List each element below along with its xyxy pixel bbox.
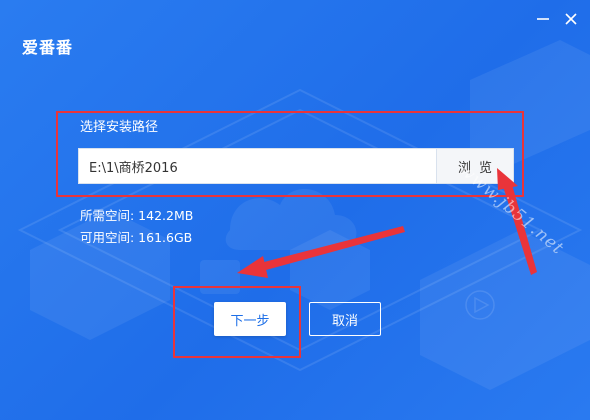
installer-window: 爱番番 选择安装路径 浏览 所需空间: 142.2MB 可用空间: 161.6G… <box>0 0 590 420</box>
cancel-button[interactable]: 取消 <box>309 302 381 336</box>
arrow-to-next-head <box>237 256 268 278</box>
next-button[interactable]: 下一步 <box>214 302 286 336</box>
minimize-icon <box>537 18 549 20</box>
close-button[interactable] <box>562 10 580 28</box>
close-icon <box>565 13 577 25</box>
arrow-to-next-shaft <box>264 226 405 270</box>
app-title: 爱番番 <box>22 38 74 57</box>
available-space-text: 可用空间: 161.6GB <box>80 230 193 245</box>
install-path-label: 选择安装路径 <box>80 120 159 135</box>
required-space-text: 所需空间: 142.2MB <box>80 208 194 223</box>
install-path-input[interactable] <box>78 148 436 184</box>
install-path-row: 浏览 <box>78 148 514 184</box>
minimize-button[interactable] <box>534 10 552 28</box>
